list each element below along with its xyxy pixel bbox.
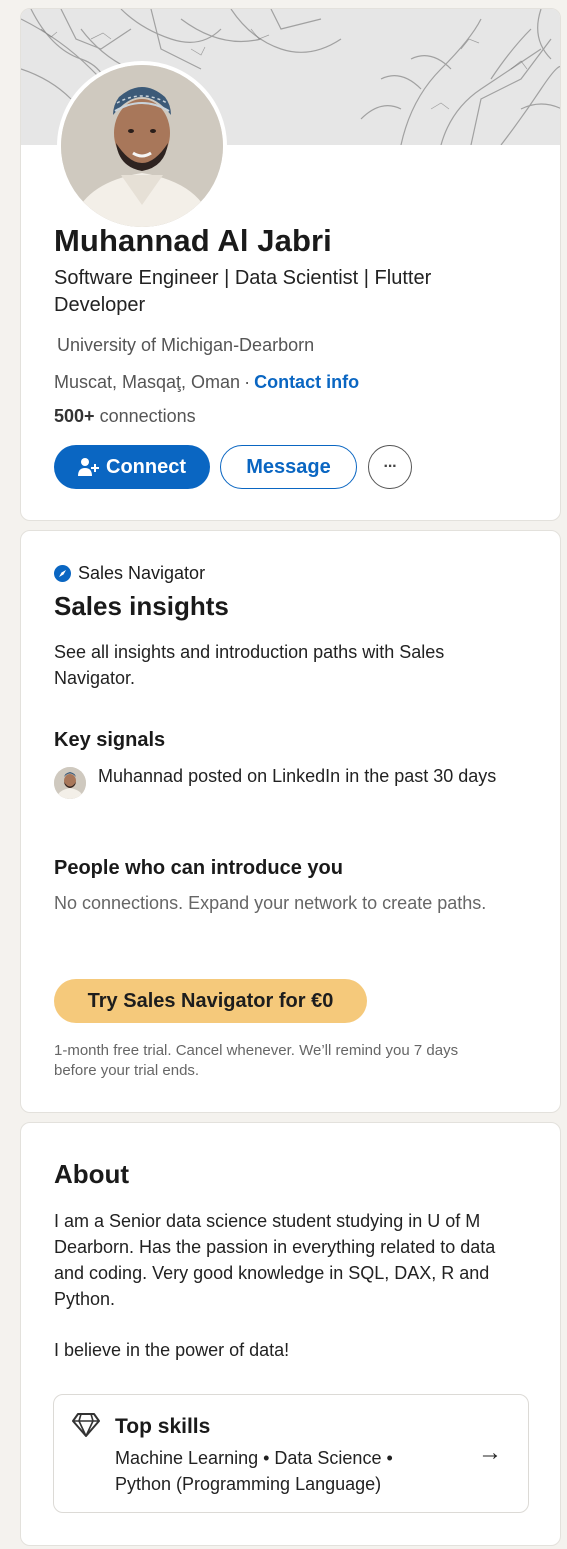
top-skills-box[interactable]: Top skills Machine Learning • Data Scien… <box>53 1394 529 1513</box>
about-paragraph-2: I believe in the power of data! <box>54 1340 290 1360</box>
sales-insights-title: Sales insights <box>54 591 229 621</box>
introduce-title: People who can introduce you <box>54 857 343 879</box>
sales-insights-card: Sales Navigator Sales insights See all i… <box>20 530 561 1113</box>
person-add-icon <box>78 458 99 476</box>
connections-count: 500+ connections <box>54 406 196 427</box>
trial-note: 1-month free trial. Cancel whenever. We’… <box>54 1042 459 1079</box>
message-button[interactable]: Message <box>220 445 357 489</box>
key-signal-text: Muhannad posted on LinkedIn in the past … <box>98 766 497 786</box>
sales-navigator-brand: Sales Navigator <box>54 563 205 584</box>
connections-label: connections <box>99 406 196 426</box>
sales-insights-description: See all insights and introduction paths … <box>54 642 445 688</box>
profile-card: Muhannad Al Jabri Software Engineer | Da… <box>20 8 561 521</box>
signal-avatar <box>54 767 86 799</box>
profile-school[interactable]: University of Michigan-Dearborn <box>57 335 314 356</box>
top-skills-list: Machine Learning • Data Science • Python… <box>115 1448 393 1494</box>
connect-label: Connect <box>106 455 186 478</box>
connect-button[interactable]: Connect <box>54 445 210 489</box>
profile-name: Muhannad Al Jabri <box>54 223 332 258</box>
more-icon[interactable]: ··· <box>368 445 412 489</box>
connections-number: 500+ <box>54 406 95 426</box>
try-sales-navigator-button[interactable]: Try Sales Navigator for €0 <box>54 979 367 1023</box>
arrow-right-icon[interactable]: → <box>478 1439 502 1467</box>
sales-navigator-label: Sales Navigator <box>78 563 206 583</box>
compass-icon <box>54 565 71 582</box>
profile-location-line: Muscat, Masqaţ, Oman · Contact info <box>54 372 359 393</box>
separator-dot: · <box>244 372 251 392</box>
key-signals-title: Key signals <box>54 729 166 751</box>
profile-headline: Software Engineer | Data Scientist | Flu… <box>54 267 432 316</box>
about-title: About <box>54 1159 130 1189</box>
about-paragraph-1: I am a Senior data science student study… <box>54 1211 496 1309</box>
mini-profile-photo <box>54 767 86 799</box>
profile-photo <box>61 65 223 227</box>
avatar[interactable] <box>57 61 227 231</box>
gem-icon <box>72 1413 100 1437</box>
contact-info-link[interactable]: Contact info <box>254 372 359 392</box>
about-card: About I am a Senior data science student… <box>20 1122 561 1546</box>
profile-location: Muscat, Masqaţ, Oman <box>54 372 241 392</box>
top-skills-title: Top skills <box>115 1415 211 1438</box>
introduce-text: No connections. Expand your network to c… <box>54 893 487 913</box>
